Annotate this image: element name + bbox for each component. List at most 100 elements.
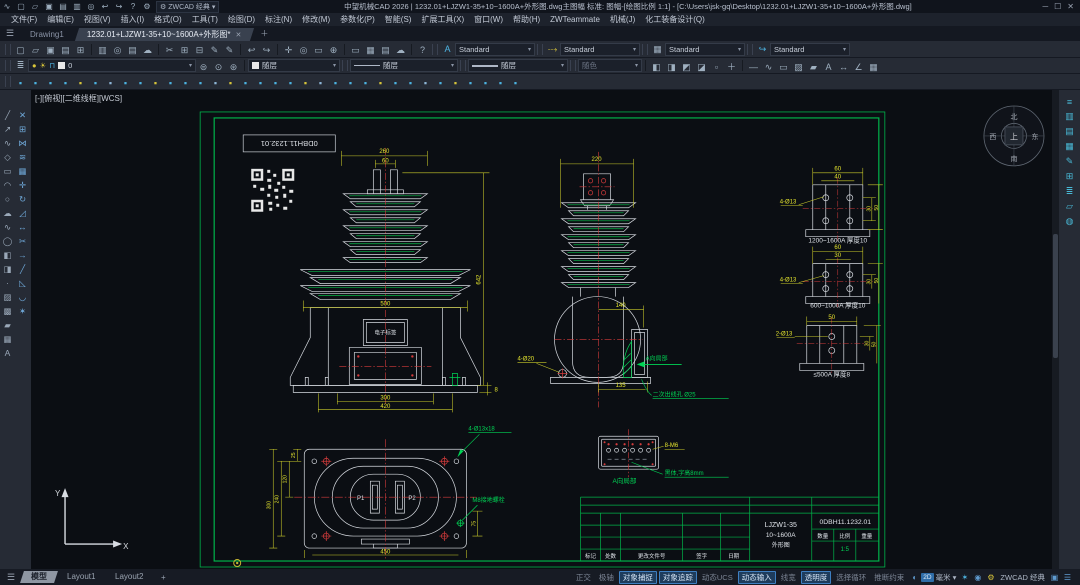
viewport-single-icon[interactable]: ▭ [348, 44, 363, 57]
frame-settings-icon[interactable]: ▪ [13, 76, 28, 89]
status-toggle[interactable]: 对象捕捉 [619, 571, 657, 584]
menu-item[interactable]: 扩展工具(X) [416, 14, 469, 25]
redo-icon[interactable]: ↪ [259, 44, 274, 57]
menu-item[interactable]: 视图(V) [79, 14, 116, 25]
status-toggle[interactable]: 选择循环 [833, 572, 869, 583]
hatch-icon[interactable]: ▨ [1, 290, 15, 304]
menu-item[interactable]: 文件(F) [6, 14, 42, 25]
lineweight-combo[interactable]: 随层▾ [468, 59, 568, 72]
balloon-icon[interactable]: ▪ [58, 76, 73, 89]
copy-doc-icon[interactable]: ⊞ [73, 44, 88, 57]
break-icon[interactable]: ╱ [16, 262, 30, 276]
explode-icon[interactable]: ✶ [16, 304, 30, 318]
design-center-icon[interactable]: ▥ [1062, 109, 1078, 124]
spring-design-icon[interactable]: ▪ [193, 76, 208, 89]
mtext-icon[interactable]: A [1, 346, 15, 360]
smart-dim-icon[interactable]: ▪ [463, 76, 478, 89]
rectangle-icon[interactable]: ▭ [776, 61, 791, 74]
annotation-icon[interactable]: ▪ [448, 76, 463, 89]
undo-icon[interactable]: ↩ [244, 44, 259, 57]
line-icon[interactable]: ╱ [1, 108, 15, 122]
print-preview-icon[interactable]: ◎ [84, 1, 98, 13]
save-icon[interactable]: ▣ [43, 44, 58, 57]
properties-panel-icon[interactable]: ≡ [1062, 94, 1078, 109]
sheet-set-icon[interactable]: ☁ [393, 44, 408, 57]
workspace-switcher[interactable]: ⚙ ZWCAD 经典 ▾ [156, 1, 219, 13]
undo-icon[interactable]: ↩ [98, 1, 112, 13]
menu-item[interactable]: 格式(O) [149, 14, 187, 25]
ungroup-icon[interactable]: ▫ [709, 60, 724, 73]
render-panel-icon[interactable]: ◍ [1062, 214, 1078, 229]
rectangle-icon[interactable]: ▭ [1, 164, 15, 178]
center-line-icon[interactable]: ▪ [418, 76, 433, 89]
unit-selector[interactable]: 毫米 ▾ [934, 572, 959, 583]
annotation-monitor-icon[interactable]: ◉ [971, 573, 984, 582]
menu-item[interactable]: 工具(T) [187, 14, 223, 25]
status-toggle[interactable]: 动态UCS [699, 572, 736, 583]
pan-icon[interactable]: ✛ [281, 44, 296, 57]
new-tab-button[interactable]: ＋ [254, 28, 274, 39]
zoom-detail-icon[interactable]: ▪ [433, 76, 448, 89]
key-design-icon[interactable]: ▪ [298, 76, 313, 89]
tolerance-icon[interactable]: ▪ [118, 76, 133, 89]
status-toggle[interactable]: 极轴 [596, 572, 617, 583]
menu-item[interactable]: 智能(S) [380, 14, 417, 25]
clean-screen-icon[interactable]: ▣ [1048, 573, 1061, 582]
drawing-canvas[interactable]: [-][俯视][二维线框][WCS] 0DBH11.1232.01 [31, 90, 1059, 569]
plot-icon[interactable]: ▤ [125, 44, 140, 57]
insert-block-icon[interactable]: ◧ [649, 61, 664, 74]
fillet-icon[interactable]: ◡ [16, 290, 30, 304]
close-button[interactable]: ✕ [1067, 2, 1074, 11]
workspace-name[interactable]: ZWCAD 经典 [997, 572, 1048, 583]
scale-icon[interactable]: ◿ [16, 206, 30, 220]
compass-north[interactable]: 北 [1010, 113, 1017, 121]
status-toggle[interactable]: 正交 [573, 572, 594, 583]
table-icon[interactable]: ▦ [866, 61, 881, 74]
zoom-scale-icon[interactable]: ⊕ [326, 44, 341, 57]
text-icon[interactable]: A [821, 60, 836, 73]
section-view-icon[interactable]: ▪ [328, 76, 343, 89]
open-file-icon[interactable]: ▱ [28, 44, 43, 57]
annotation-badge[interactable]: 2D [921, 573, 933, 582]
help-icon[interactable]: ? [126, 1, 140, 13]
compass-up[interactable]: 上 [1010, 132, 1018, 141]
status-menu-icon[interactable]: ☰ [1061, 573, 1080, 582]
layout-menu-icon[interactable]: ☰ [0, 572, 22, 583]
ellipse-icon[interactable]: ◯ [1, 234, 15, 248]
tab-layout1[interactable]: Layout1 [56, 571, 106, 583]
compass-west[interactable]: 西 [989, 133, 996, 141]
publish-icon[interactable]: ☁ [140, 44, 155, 57]
layer-panel-icon[interactable]: ≣ [1062, 184, 1078, 199]
zoom-realtime-icon[interactable]: ◎ [296, 44, 311, 57]
sheet-set-manager-icon[interactable]: ▦ [1062, 139, 1078, 154]
rotate-icon[interactable]: ↻ [16, 192, 30, 206]
gradient-icon[interactable]: ▩ [1, 304, 15, 318]
linetype-combo[interactable]: 随层▾ [350, 59, 458, 72]
screw-icon[interactable]: ▪ [238, 76, 253, 89]
mirror-icon[interactable]: ⋈ [16, 136, 30, 150]
make-block-icon[interactable]: ◨ [1, 262, 15, 276]
leader-note-icon[interactable]: ▪ [478, 76, 493, 89]
menu-item[interactable]: 帮助(H) [508, 14, 545, 25]
color-combo[interactable]: 随层▾ [248, 59, 340, 72]
dim-style-combo[interactable]: Standard▾ [560, 43, 640, 56]
compass-east[interactable]: 东 [1031, 132, 1038, 141]
region-icon[interactable]: ▰ [806, 61, 821, 74]
compass-south[interactable]: 南 [1010, 154, 1017, 163]
polyline-icon[interactable]: ∿ [1, 136, 15, 150]
point-icon[interactable]: · [1, 276, 15, 290]
workspace-gear-icon[interactable]: ⚙ [140, 1, 154, 13]
hole-chart-icon[interactable]: ▪ [373, 76, 388, 89]
print-icon[interactable]: ▥ [70, 1, 84, 13]
tab-menu-icon[interactable]: ☰ [0, 28, 20, 39]
chamfer-icon[interactable]: ◺ [16, 276, 30, 290]
save-as-icon[interactable]: ▤ [56, 1, 70, 13]
save-as-icon[interactable]: ▤ [58, 44, 73, 57]
viewport-multi-icon[interactable]: ▦ [363, 44, 378, 57]
extend-icon[interactable]: → [16, 248, 30, 262]
table-icon[interactable]: ▦ [1, 332, 15, 346]
vertical-scrollbar[interactable] [1052, 90, 1059, 569]
copy-clip-icon[interactable]: ⊞ [177, 44, 192, 57]
array-icon[interactable]: ▦ [16, 164, 30, 178]
status-toggle[interactable]: 动态输入 [738, 571, 776, 584]
